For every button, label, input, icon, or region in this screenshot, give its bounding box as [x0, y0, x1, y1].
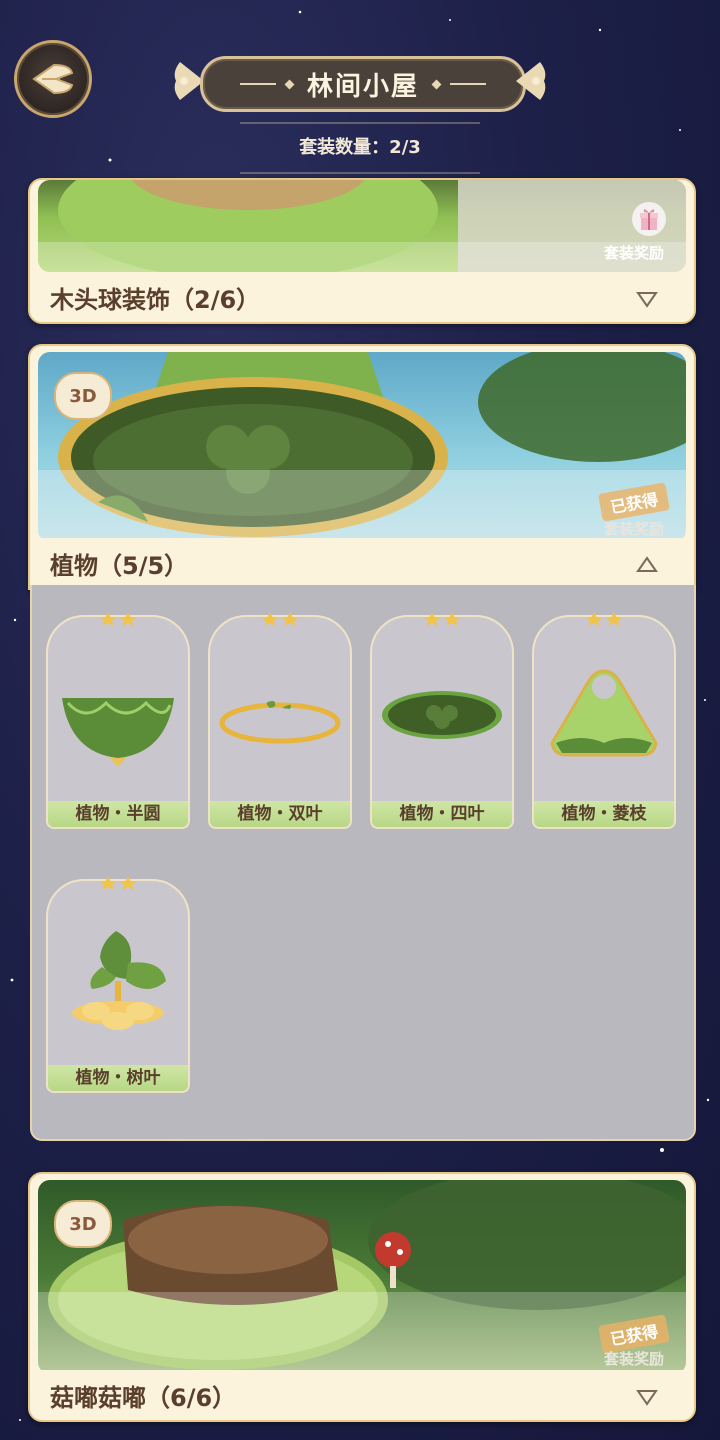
set-card-wood-ball[interactable]: 套装奖励 木头球装饰（2/6）	[28, 178, 696, 324]
item-label: 植物・半圆	[48, 801, 188, 827]
tree-leaf-icon	[72, 931, 166, 1030]
set-items-panel: 植物・半圆 植物・双叶 植物・四叶 植物・菱枝 植物・树叶	[30, 585, 696, 1141]
gift-icon[interactable]	[632, 202, 666, 236]
two-star-rating-icon	[262, 612, 298, 626]
reward-label[interactable]: 套装奖励	[596, 1348, 672, 1369]
3d-badge[interactable]: 3D	[54, 1200, 112, 1248]
four-leaf-disc-icon	[382, 691, 502, 739]
diamond-branch-icon	[550, 669, 658, 757]
item-label: 植物・双叶	[210, 801, 350, 827]
banner-ornament-right-icon	[516, 62, 546, 100]
set-count: 套装数量：2/3	[240, 122, 480, 174]
page-title: 林间小屋	[306, 71, 419, 102]
item-card-diamond-branch[interactable]: 植物・菱枝	[532, 603, 676, 829]
item-card-half-circle[interactable]: 植物・半圆	[46, 603, 190, 829]
item-card-tree-leaf[interactable]: 植物・树叶	[46, 867, 190, 1093]
page-title-banner: 林间小屋	[200, 56, 526, 112]
two-star-rating-icon	[586, 612, 622, 626]
two-star-rating-icon	[424, 612, 460, 626]
two-star-rating-icon	[100, 876, 136, 890]
item-label: 植物・菱枝	[534, 801, 674, 827]
set-preview-image: 3D 已获得 套装奖励	[38, 1180, 686, 1374]
3d-badge[interactable]: 3D	[54, 372, 112, 420]
item-label: 植物・树叶	[48, 1065, 188, 1091]
chevron-down-icon[interactable]	[636, 290, 658, 308]
set-preview-image: 套装奖励	[38, 180, 686, 272]
back-arrow-icon	[32, 63, 74, 95]
reward-label[interactable]: 套装奖励	[596, 518, 672, 539]
item-card-four-leaf[interactable]: 植物・四叶	[370, 603, 514, 829]
chevron-up-icon[interactable]	[636, 556, 658, 574]
half-circle-plant-icon	[62, 698, 174, 767]
two-star-rating-icon	[100, 612, 136, 626]
ring-double-leaf-icon	[219, 701, 341, 744]
set-preview-image: 3D 已获得 套装奖励	[38, 352, 686, 542]
set-title: 木头球装饰（2/6）	[30, 272, 694, 322]
item-label: 植物・四叶	[372, 801, 512, 827]
back-button[interactable]	[14, 40, 92, 118]
chevron-down-icon[interactable]	[636, 1388, 658, 1406]
set-title: 植物（5/5）	[30, 538, 694, 588]
set-title: 菇嘟菇嘟（6/6）	[30, 1370, 694, 1420]
reward-label[interactable]: 套装奖励	[596, 242, 672, 263]
set-card-plants[interactable]: 3D 已获得 套装奖励 植物（5/5）	[28, 344, 696, 590]
item-card-double-leaf[interactable]: 植物・双叶	[208, 603, 352, 829]
set-card-mushroom[interactable]: 3D 已获得 套装奖励 菇嘟菇嘟（6/6）	[28, 1172, 696, 1422]
